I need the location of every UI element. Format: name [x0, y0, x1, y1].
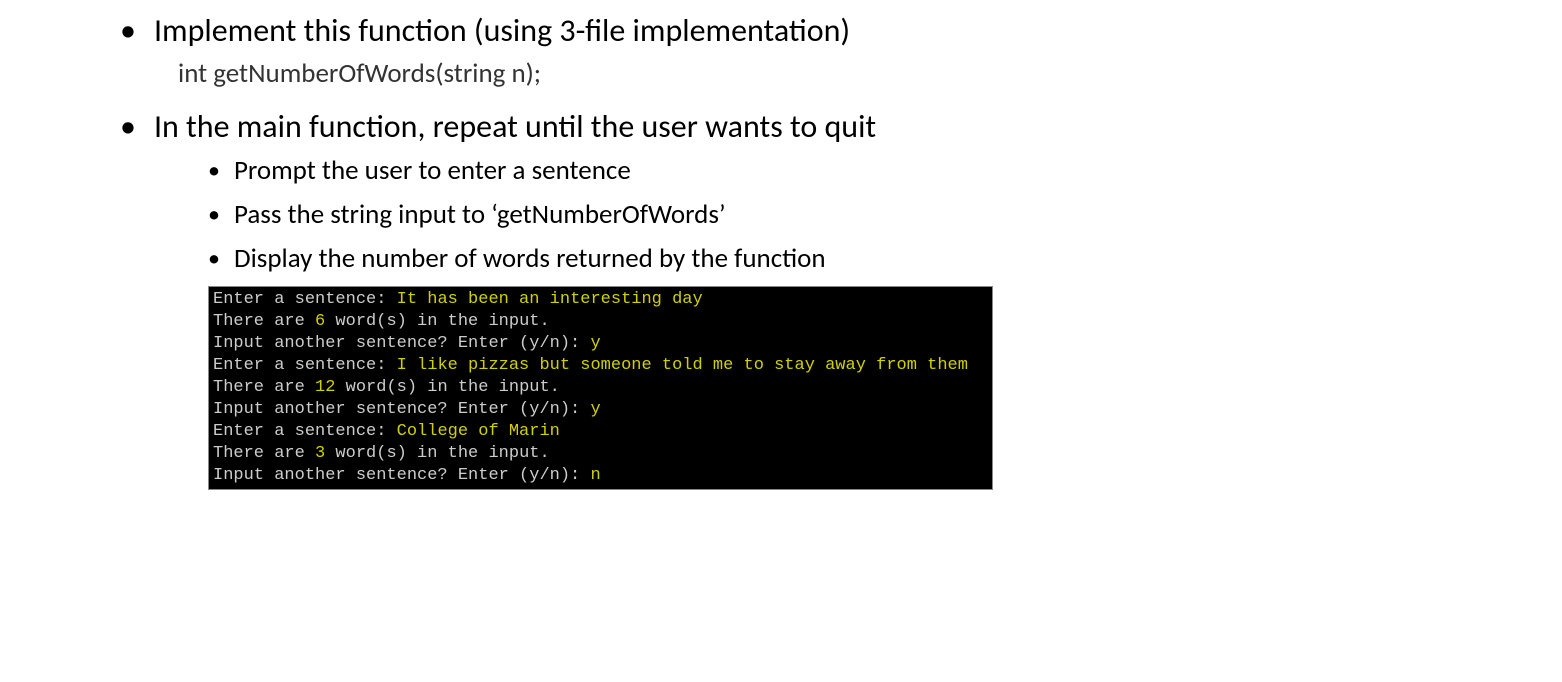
bullet-dot-icon: •: [208, 196, 220, 234]
sub-bullet-item: • Pass the string input to ‘getNumberOfW…: [208, 196, 1562, 234]
bullet-dot-icon: •: [120, 106, 136, 148]
sub-bullet-item: • Prompt the user to enter a sentence: [208, 152, 1562, 190]
bullet-dot-icon: •: [120, 10, 136, 52]
sub-bullet-text: Prompt the user to enter a sentence: [234, 152, 631, 190]
slide-content: • Implement this function (using 3-file …: [0, 10, 1562, 490]
sub-bullet-list: • Prompt the user to enter a sentence • …: [208, 152, 1562, 278]
bullet-item-1: • Implement this function (using 3-file …: [120, 10, 1562, 52]
bullet-dot-icon: •: [208, 240, 220, 278]
bullet-item-2: • In the main function, repeat until the…: [120, 106, 1562, 148]
terminal-output: Enter a sentence: It has been an interes…: [208, 286, 993, 490]
code-signature: int getNumberOfWords(string n);: [178, 56, 1562, 92]
sub-bullet-text: Pass the string input to ‘getNumberOfWor…: [234, 196, 726, 234]
sub-bullet-item: • Display the number of words returned b…: [208, 240, 1562, 278]
sub-bullet-text: Display the number of words returned by …: [234, 240, 826, 278]
bullet-dot-icon: •: [208, 152, 220, 190]
bullet-text: In the main function, repeat until the u…: [154, 106, 876, 148]
bullet-text: Implement this function (using 3-file im…: [154, 10, 850, 52]
